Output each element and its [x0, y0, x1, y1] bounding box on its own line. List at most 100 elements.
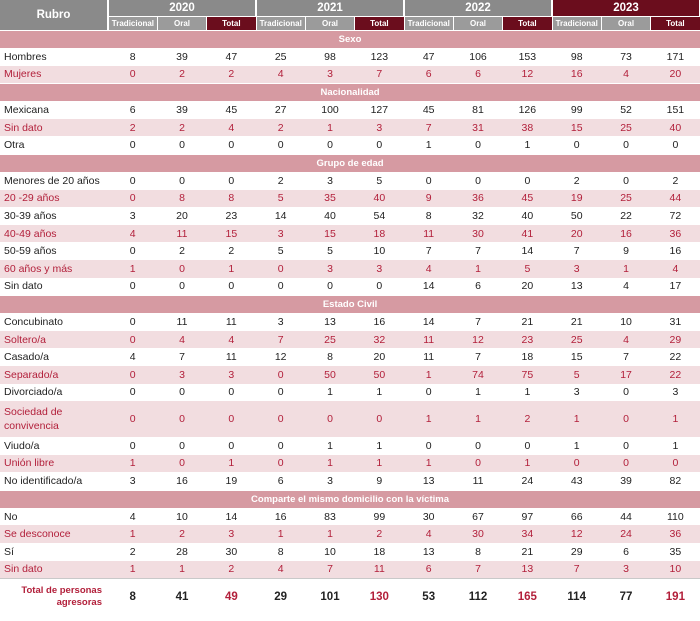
table-row: Otra 0 0 0 0 0 0 1 0 1 0 0 0	[0, 136, 700, 155]
cell-value: 3	[354, 118, 405, 137]
cell-value: 0	[157, 437, 207, 455]
table-row: Sí 2 28 30 8 10 18 13 8 21 29 6 35	[0, 543, 700, 561]
cell-value: 27	[256, 101, 306, 119]
total-value: 165	[502, 578, 553, 616]
cell-value: 15	[206, 224, 257, 243]
cell-value: 1	[404, 365, 454, 384]
cell-value: 0	[256, 136, 306, 155]
cell-value: 4	[601, 330, 651, 349]
cell-value: 1	[502, 383, 553, 402]
section-header-row: Comparte el mismo domicilio con la vícti…	[0, 489, 700, 508]
table-row: No identificado/a 3 16 19 6 3 9 13 11 24 43 39 82	[0, 472, 700, 491]
cell-value: 99	[552, 101, 602, 119]
cell-value: 22	[650, 365, 700, 384]
cell-value: 0	[206, 383, 257, 402]
subcol-oral: Oral	[601, 16, 652, 31]
cell-value: 7	[256, 330, 306, 349]
row-label: 20 -29 años	[0, 189, 108, 208]
cell-value: 0	[453, 136, 503, 155]
cell-value: 0	[256, 401, 306, 438]
cell-value: 0	[108, 189, 158, 208]
cell-value: 20	[157, 207, 207, 225]
row-label: Soltero/a	[0, 330, 108, 349]
cell-value: 8	[108, 48, 158, 66]
cell-value: 43	[552, 472, 602, 491]
section-title: Nacionalidad	[0, 83, 700, 102]
row-label: No	[0, 507, 108, 526]
cell-value: 4	[108, 507, 158, 526]
cell-value: 81	[453, 101, 503, 119]
cell-value: 10	[354, 242, 405, 260]
section-title: Comparte el mismo domicilio con la vícti…	[0, 489, 700, 508]
cell-value: 2	[108, 543, 158, 561]
row-label: Mexicana	[0, 101, 108, 119]
cell-value: 22	[650, 348, 700, 366]
cell-value: 151	[650, 101, 700, 119]
cell-value: 75	[502, 365, 553, 384]
cell-value: 0	[256, 383, 306, 402]
cell-value: 15	[552, 348, 602, 366]
cell-value: 13	[404, 543, 454, 561]
row-label: 50-59 años	[0, 242, 108, 260]
cell-value: 35	[650, 543, 700, 561]
row-label: Otra	[0, 136, 108, 155]
cell-value: 171	[650, 48, 700, 66]
cell-value: 12	[256, 348, 306, 366]
cell-value: 29	[552, 543, 602, 561]
cell-value: 67	[453, 507, 503, 526]
cell-value: 106	[453, 48, 503, 66]
cell-value: 0	[206, 277, 257, 296]
cell-value: 1	[404, 401, 454, 438]
cell-value: 83	[305, 507, 355, 526]
cell-value: 2	[502, 401, 553, 438]
cell-value: 0	[453, 454, 503, 473]
row-label: Sí	[0, 543, 108, 561]
cell-value: 21	[552, 313, 602, 331]
cell-value: 2	[157, 525, 207, 544]
cell-value: 18	[354, 224, 405, 243]
cell-value: 52	[601, 101, 651, 119]
cell-value: 3	[206, 365, 257, 384]
year-header-2021: 2021	[256, 0, 406, 17]
total-value: 130	[354, 578, 405, 616]
cell-value: 16	[354, 313, 405, 331]
table-row: 40-49 años 4 11 15 3 15 18 11 30 41 20 16 36	[0, 224, 700, 243]
cell-value: 4	[650, 259, 700, 278]
section-title: Grupo de edad	[0, 153, 700, 172]
total-value: 8	[108, 578, 158, 616]
cell-value: 0	[502, 437, 553, 455]
row-label: Hombres	[0, 48, 108, 66]
total-row: Total de personas agresoras 8 41 49 29 1…	[0, 578, 700, 616]
cell-value: 1	[354, 383, 405, 402]
cell-value: 45	[502, 189, 553, 208]
cell-value: 11	[206, 348, 257, 366]
total-value: 53	[404, 578, 454, 616]
cell-value: 11	[157, 313, 207, 331]
row-label: Se desconoce	[0, 525, 108, 544]
cell-value: 0	[354, 136, 405, 155]
cell-value: 7	[157, 348, 207, 366]
cell-value: 3	[601, 560, 651, 579]
cell-value: 12	[453, 330, 503, 349]
cell-value: 13	[305, 313, 355, 331]
cell-value: 1	[650, 437, 700, 455]
cell-value: 72	[650, 207, 700, 225]
cell-value: 11	[157, 224, 207, 243]
cell-value: 73	[601, 48, 651, 66]
cell-value: 30	[453, 224, 503, 243]
cell-value: 9	[404, 189, 454, 208]
cell-value: 0	[601, 401, 651, 438]
subcol-tradicional: Tradicional	[404, 16, 454, 31]
cell-value: 4	[404, 525, 454, 544]
cell-value: 11	[404, 330, 454, 349]
subcol-oral: Oral	[157, 16, 208, 31]
cell-value: 4	[108, 348, 158, 366]
cell-value: 13	[502, 560, 553, 579]
cell-value: 127	[354, 101, 405, 119]
cell-value: 40	[650, 118, 700, 137]
row-label: Sin dato	[0, 560, 108, 579]
cell-value: 0	[206, 136, 257, 155]
cell-value: 18	[354, 543, 405, 561]
row-label: Separado/a	[0, 365, 108, 384]
table-row: Sin dato 1 1 2 4 7 11 6 7 13 7 3 10	[0, 560, 700, 579]
